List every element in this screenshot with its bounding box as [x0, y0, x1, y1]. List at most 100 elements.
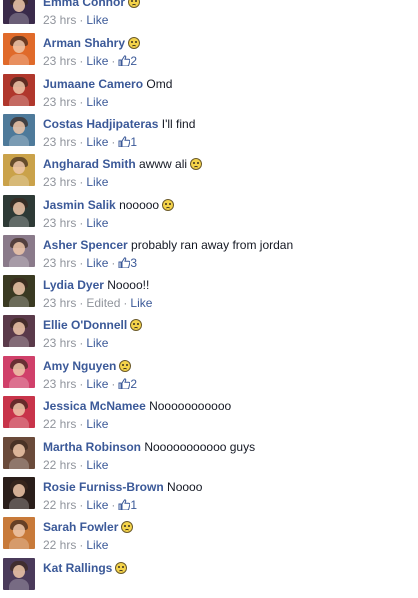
timestamp[interactable]: 23 hrs	[43, 54, 76, 68]
comment-author-link[interactable]: Ellie O'Donnell	[43, 318, 127, 332]
like-link[interactable]: Like	[86, 458, 108, 472]
comment-author-link[interactable]: Sarah Fowler	[43, 520, 118, 534]
timestamp[interactable]: 22 hrs	[43, 458, 76, 472]
timestamp[interactable]: 23 hrs	[43, 256, 76, 270]
comment-item: Sarah Fowler 22 hrs · Like	[0, 517, 418, 557]
crying-laughing-emoji-icon	[128, 37, 141, 49]
comment-author-link[interactable]: Kat Rallings	[43, 561, 112, 575]
timestamp[interactable]: 23 hrs	[43, 216, 76, 230]
comment-meta: 22 hrs · Like · 1	[43, 498, 137, 512]
like-link[interactable]: Like	[86, 538, 108, 552]
separator-dot: ·	[79, 458, 84, 472]
thumbs-up-icon	[118, 257, 131, 268]
like-link[interactable]: Like	[86, 336, 108, 350]
comment-author-link[interactable]: Rosie Furniss-Brown	[43, 480, 164, 494]
timestamp[interactable]: 23 hrs	[43, 296, 76, 310]
separator-dot: ·	[111, 256, 116, 270]
comment-meta: 22 hrs · Like	[43, 417, 108, 431]
edited-label[interactable]: Edited	[86, 296, 120, 310]
separator-dot: ·	[79, 296, 84, 310]
comment-meta: 23 hrs · Like	[43, 175, 108, 189]
separator-dot: ·	[79, 417, 84, 431]
comment-item: Rosie Furniss-Brown Noooo 22 hrs · Like · 1	[0, 477, 418, 517]
comment-item: Emma Connor 23 hrs · Like	[0, 0, 418, 32]
like-link[interactable]: Like	[86, 175, 108, 189]
like-link[interactable]: Like	[86, 216, 108, 230]
comment-author-link[interactable]: Emma Connor	[43, 0, 125, 9]
like-count[interactable]: 2	[118, 54, 137, 68]
avatar[interactable]	[3, 74, 35, 106]
comment-item: Ellie O'Donnell 23 hrs · Like	[0, 315, 418, 355]
separator-dot: ·	[79, 498, 84, 512]
comment-author-link[interactable]: Arman Shahry	[43, 36, 125, 50]
comment-author-link[interactable]: Jessica McNamee	[43, 399, 146, 413]
thumbs-up-icon	[118, 136, 131, 147]
comment-item: Amy Nguyen 23 hrs · Like · 2	[0, 356, 418, 396]
avatar[interactable]	[3, 33, 35, 65]
comment-text: Omd	[146, 77, 173, 91]
avatar[interactable]	[3, 315, 35, 347]
comment-author-link[interactable]: Amy Nguyen	[43, 359, 116, 373]
pensive-emoji-icon	[119, 360, 132, 372]
thumbs-up-icon	[118, 499, 131, 510]
avatar[interactable]	[3, 477, 35, 509]
like-count[interactable]: 1	[118, 135, 137, 149]
like-link[interactable]: Like	[86, 135, 108, 149]
separator-dot: ·	[79, 216, 84, 230]
separator-dot: ·	[111, 498, 116, 512]
like-count-number: 3	[130, 256, 138, 270]
timestamp[interactable]: 23 hrs	[43, 135, 76, 149]
avatar[interactable]	[3, 558, 35, 590]
comment-author-link[interactable]: Martha Robinson	[43, 440, 141, 454]
avatar[interactable]	[3, 517, 35, 549]
separator-dot: ·	[79, 95, 84, 109]
like-count[interactable]: 3	[118, 256, 137, 270]
timestamp[interactable]: 23 hrs	[43, 13, 76, 27]
like-link[interactable]: Like	[86, 95, 108, 109]
comment-author-link[interactable]: Costas Hadjipateras	[43, 117, 158, 131]
comment-text: probably ran away from jordan	[131, 238, 294, 252]
comment-meta: 23 hrs · Like · 2	[43, 54, 137, 68]
avatar[interactable]	[3, 396, 35, 428]
timestamp[interactable]: 22 hrs	[43, 417, 76, 431]
comment-meta: 23 hrs · Like · 1	[43, 135, 137, 149]
like-count-number: 2	[130, 377, 138, 391]
avatar[interactable]	[3, 235, 35, 267]
like-link[interactable]: Like	[86, 417, 108, 431]
comment-author-link[interactable]: Lydia Dyer	[43, 278, 104, 292]
timestamp[interactable]: 23 hrs	[43, 336, 76, 350]
separator-dot: ·	[111, 54, 116, 68]
timestamp[interactable]: 23 hrs	[43, 377, 76, 391]
comment-author-link[interactable]: Angharad Smith	[43, 157, 136, 171]
separator-dot: ·	[123, 296, 128, 310]
sad-emoji-icon	[162, 199, 175, 211]
avatar[interactable]	[3, 437, 35, 469]
timestamp[interactable]: 23 hrs	[43, 95, 76, 109]
like-count[interactable]: 2	[118, 377, 137, 391]
like-link[interactable]: Like	[86, 256, 108, 270]
like-link[interactable]: Like	[86, 377, 108, 391]
like-link[interactable]: Like	[86, 54, 108, 68]
timestamp[interactable]: 23 hrs	[43, 175, 76, 189]
comment-author-link[interactable]: Asher Spencer	[43, 238, 128, 252]
avatar[interactable]	[3, 356, 35, 388]
comment-item: Asher Spencer probably ran away from jor…	[0, 235, 418, 275]
separator-dot: ·	[79, 135, 84, 149]
like-link[interactable]: Like	[86, 13, 108, 27]
avatar[interactable]	[3, 195, 35, 227]
confused-emoji-icon	[121, 521, 134, 533]
avatar[interactable]	[3, 114, 35, 146]
thumbs-up-icon	[118, 55, 131, 66]
like-count[interactable]: 1	[118, 498, 137, 512]
avatar[interactable]	[3, 154, 35, 186]
like-link[interactable]: Like	[86, 498, 108, 512]
comment-author-link[interactable]: Jasmin Salik	[43, 198, 116, 212]
separator-dot: ·	[79, 538, 84, 552]
timestamp[interactable]: 22 hrs	[43, 538, 76, 552]
like-link[interactable]: Like	[130, 296, 152, 310]
comment-item: Angharad Smith awww ali 23 hrs · Like	[0, 154, 418, 194]
avatar[interactable]	[3, 0, 35, 24]
avatar[interactable]	[3, 275, 35, 307]
timestamp[interactable]: 22 hrs	[43, 498, 76, 512]
comment-author-link[interactable]: Jumaane Camero	[43, 77, 143, 91]
